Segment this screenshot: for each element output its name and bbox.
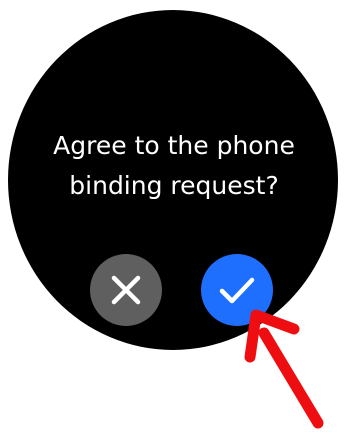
binding-request-message: Agree to the phone binding request? [53, 131, 295, 200]
decline-button[interactable] [90, 254, 162, 326]
close-icon [111, 275, 141, 305]
red-arrow-icon [244, 309, 324, 429]
